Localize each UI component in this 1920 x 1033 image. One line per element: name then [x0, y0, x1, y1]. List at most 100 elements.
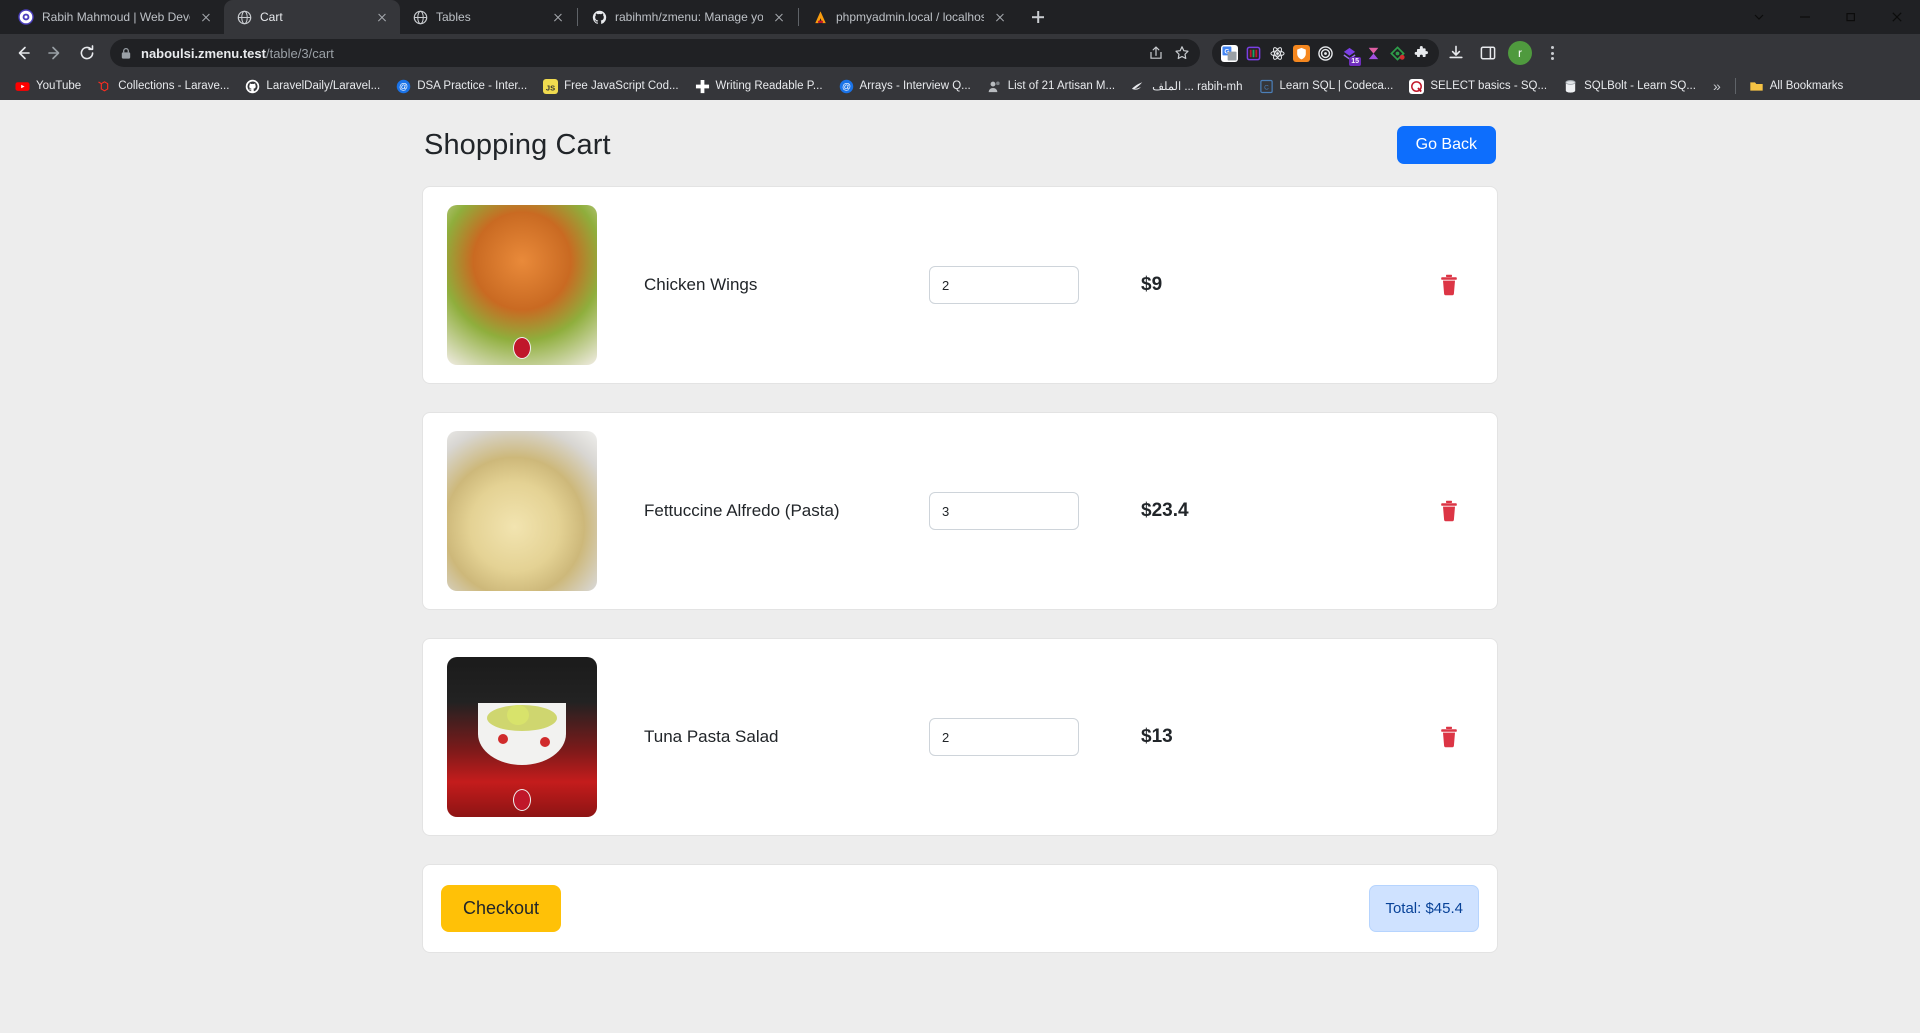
restaurant-watermark — [513, 789, 531, 811]
github-icon — [591, 9, 607, 25]
orange-shield-extension-icon[interactable] — [1293, 44, 1310, 62]
maximize-icon[interactable] — [1828, 0, 1874, 34]
cart-item-price: $23.4 — [1141, 500, 1189, 521]
bookmark-label: SELECT basics - SQ... — [1430, 80, 1548, 92]
quantity-input[interactable] — [929, 266, 1079, 304]
omnibox-actions — [1148, 45, 1190, 61]
bookmark-label: الملف ... rabih-mh — [1152, 81, 1243, 93]
all-bookmarks-button[interactable]: All Bookmarks — [1742, 76, 1851, 97]
puzzle-extensions-menu-icon[interactable] — [1413, 45, 1430, 62]
codecademy-icon: C — [1259, 79, 1274, 94]
close-icon[interactable] — [1874, 0, 1920, 34]
tab-title: Tables — [436, 10, 471, 24]
artisan-icon — [987, 79, 1002, 94]
bookmark-label: DSA Practice - Inter... — [417, 80, 528, 92]
download-icon[interactable] — [1441, 38, 1471, 68]
close-icon[interactable] — [992, 9, 1008, 25]
laravel-icon — [97, 79, 112, 94]
google-translate-extension-icon[interactable]: G — [1221, 44, 1238, 62]
address-bar[interactable]: naboulsi.zmenu.test/table/3/cart — [110, 39, 1200, 67]
github-icon — [245, 79, 260, 94]
bookmark-item[interactable]: JS Free JavaScript Cod... — [536, 76, 685, 97]
profile-avatar[interactable]: r — [1505, 38, 1535, 68]
browser-toolbar: naboulsi.zmenu.test/table/3/cart G 15 r — [0, 34, 1920, 72]
lock-icon — [120, 47, 132, 60]
kebab-menu-icon[interactable] — [1537, 38, 1567, 68]
share-icon[interactable] — [1148, 45, 1164, 61]
close-icon[interactable] — [771, 9, 787, 25]
bookmark-label: List of 21 Artisan M... — [1007, 80, 1116, 92]
browser-tab-active[interactable]: Cart — [224, 0, 400, 34]
bookmark-item[interactable]: @ Arrays - Interview Q... — [832, 76, 978, 97]
bookmark-item[interactable]: LaravelDaily/Laravel... — [238, 76, 387, 97]
go-back-button[interactable]: Go Back — [1396, 126, 1496, 164]
target-ring-extension-icon[interactable] — [1317, 45, 1334, 62]
browser-tab[interactable]: rabihmh/zmenu: Manage your re — [579, 0, 797, 34]
hourglass-extension-icon[interactable] — [1365, 45, 1382, 62]
new-tab-button[interactable] — [1024, 3, 1052, 31]
purple-devtools-extension-icon[interactable] — [1245, 45, 1262, 62]
cart-row: Fettuccine Alfredo (Pasta) $23.4 — [447, 431, 1473, 591]
svg-text:JS: JS — [546, 83, 555, 92]
side-panel-icon[interactable] — [1473, 38, 1503, 68]
back-arrow-icon[interactable] — [8, 38, 38, 68]
fettuccine-alfredo-photo — [447, 431, 597, 591]
minimize-icon[interactable] — [1782, 0, 1828, 34]
shopping-cart-page: Shopping Cart Go Back Chicken Wings $9 — [0, 100, 1920, 1033]
browser-tab[interactable]: Rabih Mahmoud | Web Develop — [6, 0, 224, 34]
cart-row: Tuna Pasta Salad $13 — [447, 657, 1473, 817]
checkout-button[interactable]: Checkout — [441, 885, 562, 932]
tab-strip: Rabih Mahmoud | Web Develop Cart Tables … — [0, 0, 1920, 34]
star-icon[interactable] — [1174, 45, 1190, 61]
avatar: r — [1508, 41, 1532, 65]
all-bookmarks-label: All Bookmarks — [1769, 80, 1844, 92]
browser-tab[interactable]: Tables — [400, 0, 576, 34]
bookmark-item[interactable]: YouTube — [8, 76, 88, 97]
purple-badge-extension-icon[interactable]: 15 — [1341, 45, 1361, 66]
forward-arrow-icon[interactable] — [40, 38, 70, 68]
close-icon[interactable] — [374, 9, 390, 25]
bookmark-label: Learn SQL | Codeca... — [1279, 80, 1394, 92]
tuna-pasta-salad-photo — [447, 657, 597, 817]
bookmark-item[interactable]: C Learn SQL | Codeca... — [1252, 76, 1401, 97]
trash-icon — [1439, 500, 1459, 522]
remove-item-button[interactable] — [1435, 496, 1463, 526]
extensions-pill: G 15 — [1212, 39, 1439, 67]
cart-row: Chicken Wings $9 — [447, 205, 1473, 365]
bookmark-item[interactable]: Writing Readable P... — [688, 76, 830, 97]
bookmark-item[interactable]: @ DSA Practice - Inter... — [389, 76, 534, 97]
browser-tab[interactable]: phpmyadmin.local / localhost / t — [800, 0, 1018, 34]
globe-icon — [412, 9, 428, 25]
cart-summary-card: Checkout Total: $45.4 — [422, 864, 1498, 953]
cart-item-name: Chicken Wings — [644, 275, 758, 294]
cart-total-badge: Total: $45.4 — [1369, 885, 1479, 932]
diamond-dot-extension-icon[interactable] — [1389, 45, 1406, 62]
reload-icon[interactable] — [72, 38, 102, 68]
bookmark-item[interactable]: SELECT basics - SQ... — [1402, 76, 1554, 97]
plus-square-icon — [695, 79, 710, 94]
trash-icon — [1439, 274, 1459, 296]
bookmark-item[interactable]: Collections - Larave... — [90, 76, 236, 97]
bookmarks-overflow-button[interactable]: » — [1705, 78, 1729, 94]
globe-icon — [236, 9, 252, 25]
remove-item-button[interactable] — [1435, 722, 1463, 752]
tab-divider — [798, 8, 799, 26]
remove-item-button[interactable] — [1435, 270, 1463, 300]
page-title: Shopping Cart — [424, 128, 611, 161]
tab-title: rabihmh/zmenu: Manage your re — [615, 10, 763, 24]
bookmark-item[interactable]: الملف ... rabih-mh — [1124, 76, 1249, 97]
window-controls — [1736, 0, 1920, 34]
url-path: /table/3/cart — [265, 45, 334, 61]
chicken-wings-photo — [447, 205, 597, 365]
cart-item-card: Tuna Pasta Salad $13 — [422, 638, 1498, 836]
close-icon[interactable] — [198, 9, 214, 25]
quantity-input[interactable] — [929, 492, 1079, 530]
chevron-down-icon[interactable] — [1736, 0, 1782, 34]
bookmark-item[interactable]: List of 21 Artisan M... — [980, 76, 1122, 97]
quantity-input[interactable] — [929, 718, 1079, 756]
react-devtools-extension-icon[interactable] — [1269, 45, 1286, 62]
database-icon — [1563, 79, 1578, 94]
bookmark-label: Arrays - Interview Q... — [859, 80, 971, 92]
bookmark-item[interactable]: SQLBolt - Learn SQ... — [1556, 76, 1703, 97]
close-icon[interactable] — [550, 9, 566, 25]
